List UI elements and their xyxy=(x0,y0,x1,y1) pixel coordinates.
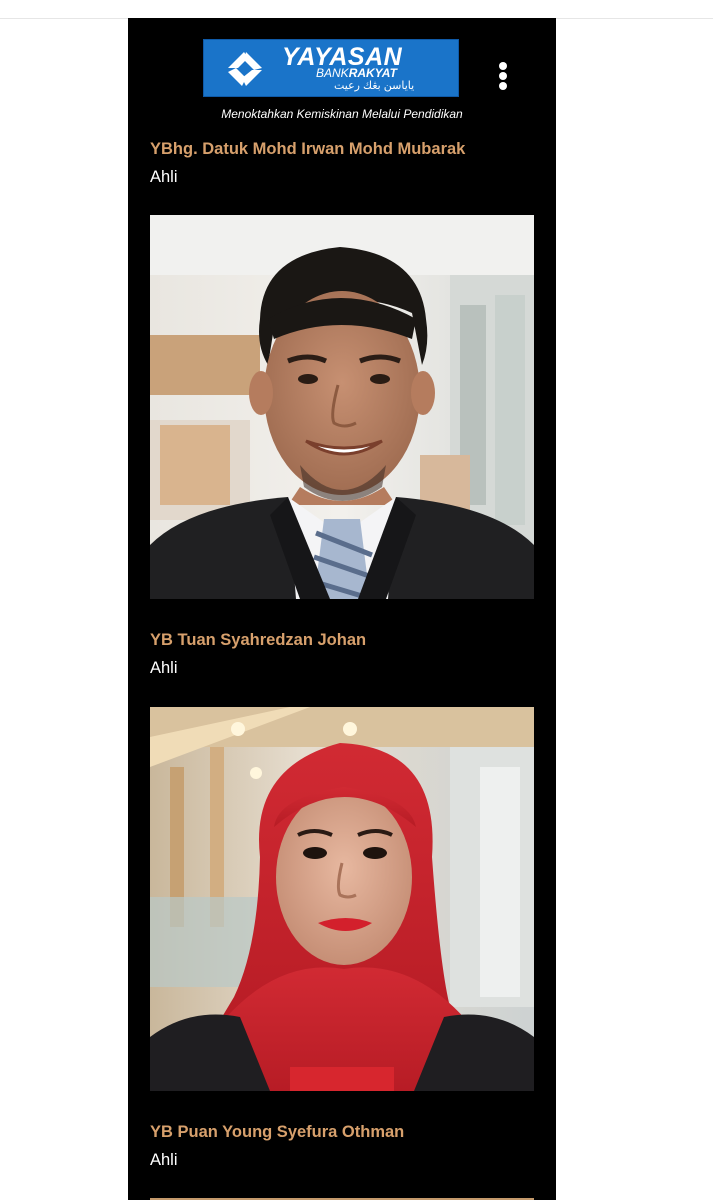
page-container: YAYASAN BANKRAKYAT ياياسن بڠك رعيت Menok… xyxy=(128,18,556,1200)
vertical-dots-icon xyxy=(499,82,507,90)
portrait-woman-image xyxy=(150,707,534,1091)
site-header: YAYASAN BANKRAKYAT ياياسن بڠك رعيت Menok… xyxy=(128,18,556,130)
menu-button[interactable] xyxy=(494,60,514,92)
member-photo[interactable] xyxy=(150,707,534,1091)
vertical-dots-icon xyxy=(499,72,507,80)
member-name: YB Tuan Syahredzan Johan xyxy=(150,631,367,649)
member-role: Ahli xyxy=(150,659,178,677)
portrait-man-image xyxy=(150,215,534,599)
member-role: Ahli xyxy=(150,1151,178,1169)
logo-mark-icon xyxy=(228,52,262,86)
yayasan-bank-rakyat-logo[interactable]: YAYASAN BANKRAKYAT ياياسن بڠك رعيت xyxy=(203,39,459,97)
member-name: YB Puan Young Syefura Othman xyxy=(150,1123,405,1141)
member-role: Ahli xyxy=(150,168,178,186)
logo-subtitle: BANKRAKYAT xyxy=(316,66,397,80)
member-name: YBhg. Datuk Mohd Irwan Mohd Mubarak xyxy=(150,140,466,158)
vertical-dots-icon xyxy=(499,62,507,70)
site-tagline: Menoktahkan Kemiskinan Melalui Pendidika… xyxy=(221,107,463,121)
logo-jawi-script: ياياسن بڠك رعيت xyxy=(334,80,415,92)
member-photo[interactable] xyxy=(150,215,534,599)
